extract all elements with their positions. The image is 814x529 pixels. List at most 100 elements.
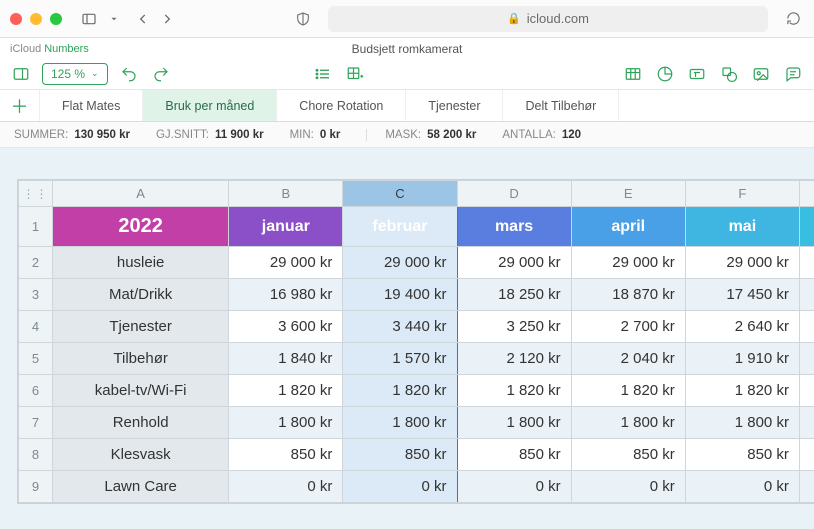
row-number[interactable]: 8 [19,439,53,471]
column-header[interactable] [799,181,814,207]
data-cell[interactable]: 850 kr [457,439,571,471]
row-number[interactable]: 7 [19,407,53,439]
column-header[interactable]: D [457,181,571,207]
column-header[interactable]: C [343,181,457,207]
data-cell[interactable]: 3 440 kr [343,311,457,343]
data-cell[interactable]: 0 kr [343,471,457,503]
data-table[interactable]: ⋮⋮ ABCDEF 1 2022januarfebruarmarsaprilma… [18,180,814,503]
close-window-button[interactable] [10,13,22,25]
text-box-button[interactable] [686,63,708,85]
data-cell[interactable]: 1 820 kr [457,375,571,407]
data-cell[interactable]: 1 820 kr [229,375,343,407]
row-number[interactable]: 4 [19,311,53,343]
row-number[interactable]: 6 [19,375,53,407]
month-header-cell[interactable]: februar [343,207,457,247]
data-cell[interactable]: 850 kr [229,439,343,471]
data-cell[interactable]: 29 000 kr [343,247,457,279]
column-header[interactable]: F [685,181,799,207]
sidebar-toggle-button[interactable] [78,8,100,30]
data-cell[interactable]: 1 800 kr [685,407,799,439]
data-cell[interactable]: 18 870 kr [571,279,685,311]
month-header-cell[interactable]: mars [457,207,571,247]
table-button[interactable] [622,63,644,85]
back-button[interactable] [132,8,154,30]
data-cell[interactable]: 1 800 kr [571,407,685,439]
data-cell[interactable]: 16 980 kr [229,279,343,311]
data-cell[interactable]: 850 kr [685,439,799,471]
data-cell[interactable]: 850 kr [571,439,685,471]
data-cell[interactable]: 1 910 kr [685,343,799,375]
sheet-tab[interactable]: Chore Rotation [277,90,406,121]
select-all-corner[interactable]: ⋮⋮ [19,181,53,207]
data-cell[interactable] [799,375,814,407]
sheet-tab[interactable]: Flat Mates [40,90,143,121]
column-header[interactable]: B [229,181,343,207]
row-number[interactable]: 2 [19,247,53,279]
data-cell[interactable]: 2 120 kr [457,343,571,375]
add-sheet-button[interactable]: ＋ [0,90,40,121]
data-cell[interactable] [799,279,814,311]
data-cell[interactable]: 1 820 kr [685,375,799,407]
data-cell[interactable] [799,471,814,503]
data-cell[interactable]: 0 kr [457,471,571,503]
list-format-button[interactable] [312,63,334,85]
toggle-panel-button[interactable] [10,63,32,85]
data-cell[interactable] [799,407,814,439]
privacy-shield-icon[interactable] [292,8,314,30]
data-cell[interactable]: 1 820 kr [343,375,457,407]
data-cell[interactable] [799,343,814,375]
month-header-cell[interactable] [799,207,814,247]
month-header-cell[interactable]: januar [229,207,343,247]
data-cell[interactable]: 1 820 kr [571,375,685,407]
row-label-cell[interactable]: kabel-tv/Wi-Fi [53,375,229,407]
row-label-cell[interactable]: Tjenester [53,311,229,343]
data-cell[interactable]: 19 400 kr [343,279,457,311]
row-label-cell[interactable]: Lawn Care [53,471,229,503]
data-cell[interactable]: 2 640 kr [685,311,799,343]
sheet-tab[interactable]: Tjenester [406,90,503,121]
forward-button[interactable] [156,8,178,30]
tab-group-dropdown[interactable] [108,8,120,30]
data-cell[interactable] [799,247,814,279]
data-cell[interactable]: 3 250 kr [457,311,571,343]
media-button[interactable] [750,63,772,85]
data-cell[interactable]: 850 kr [343,439,457,471]
zoom-dropdown[interactable]: 125 % ⌄ [42,63,108,85]
minimize-window-button[interactable] [30,13,42,25]
data-cell[interactable]: 29 000 kr [457,247,571,279]
data-cell[interactable]: 3 600 kr [229,311,343,343]
row-number[interactable]: 3 [19,279,53,311]
insert-table-button[interactable] [344,63,366,85]
reload-button[interactable] [782,8,804,30]
data-cell[interactable]: 2 040 kr [571,343,685,375]
data-cell[interactable] [799,311,814,343]
row-number[interactable]: 5 [19,343,53,375]
data-cell[interactable]: 29 000 kr [229,247,343,279]
sheet-tab[interactable]: Delt Tilbehør [503,90,619,121]
data-cell[interactable]: 0 kr [229,471,343,503]
row-label-cell[interactable]: Klesvask [53,439,229,471]
sheet-tab[interactable]: Bruk per måned [143,90,277,121]
data-cell[interactable]: 1 800 kr [343,407,457,439]
data-cell[interactable]: 1 570 kr [343,343,457,375]
column-header[interactable]: A [53,181,229,207]
row-label-cell[interactable]: Mat/Drikk [53,279,229,311]
data-cell[interactable]: 18 250 kr [457,279,571,311]
data-cell[interactable]: 1 800 kr [229,407,343,439]
row-label-cell[interactable]: husleie [53,247,229,279]
row-label-cell[interactable]: Tilbehør [53,343,229,375]
year-header-cell[interactable]: 2022 [53,207,229,247]
data-cell[interactable]: 1 840 kr [229,343,343,375]
month-header-cell[interactable]: april [571,207,685,247]
spreadsheet-canvas[interactable]: ⋮⋮ ABCDEF 1 2022januarfebruarmarsaprilma… [0,148,814,529]
row-number[interactable]: 9 [19,471,53,503]
data-cell[interactable]: 17 450 kr [685,279,799,311]
data-cell[interactable] [799,439,814,471]
shape-button[interactable] [718,63,740,85]
data-cell[interactable]: 0 kr [685,471,799,503]
undo-button[interactable] [118,63,140,85]
data-cell[interactable]: 2 700 kr [571,311,685,343]
row-label-cell[interactable]: Renhold [53,407,229,439]
month-header-cell[interactable]: mai [685,207,799,247]
comment-button[interactable] [782,63,804,85]
